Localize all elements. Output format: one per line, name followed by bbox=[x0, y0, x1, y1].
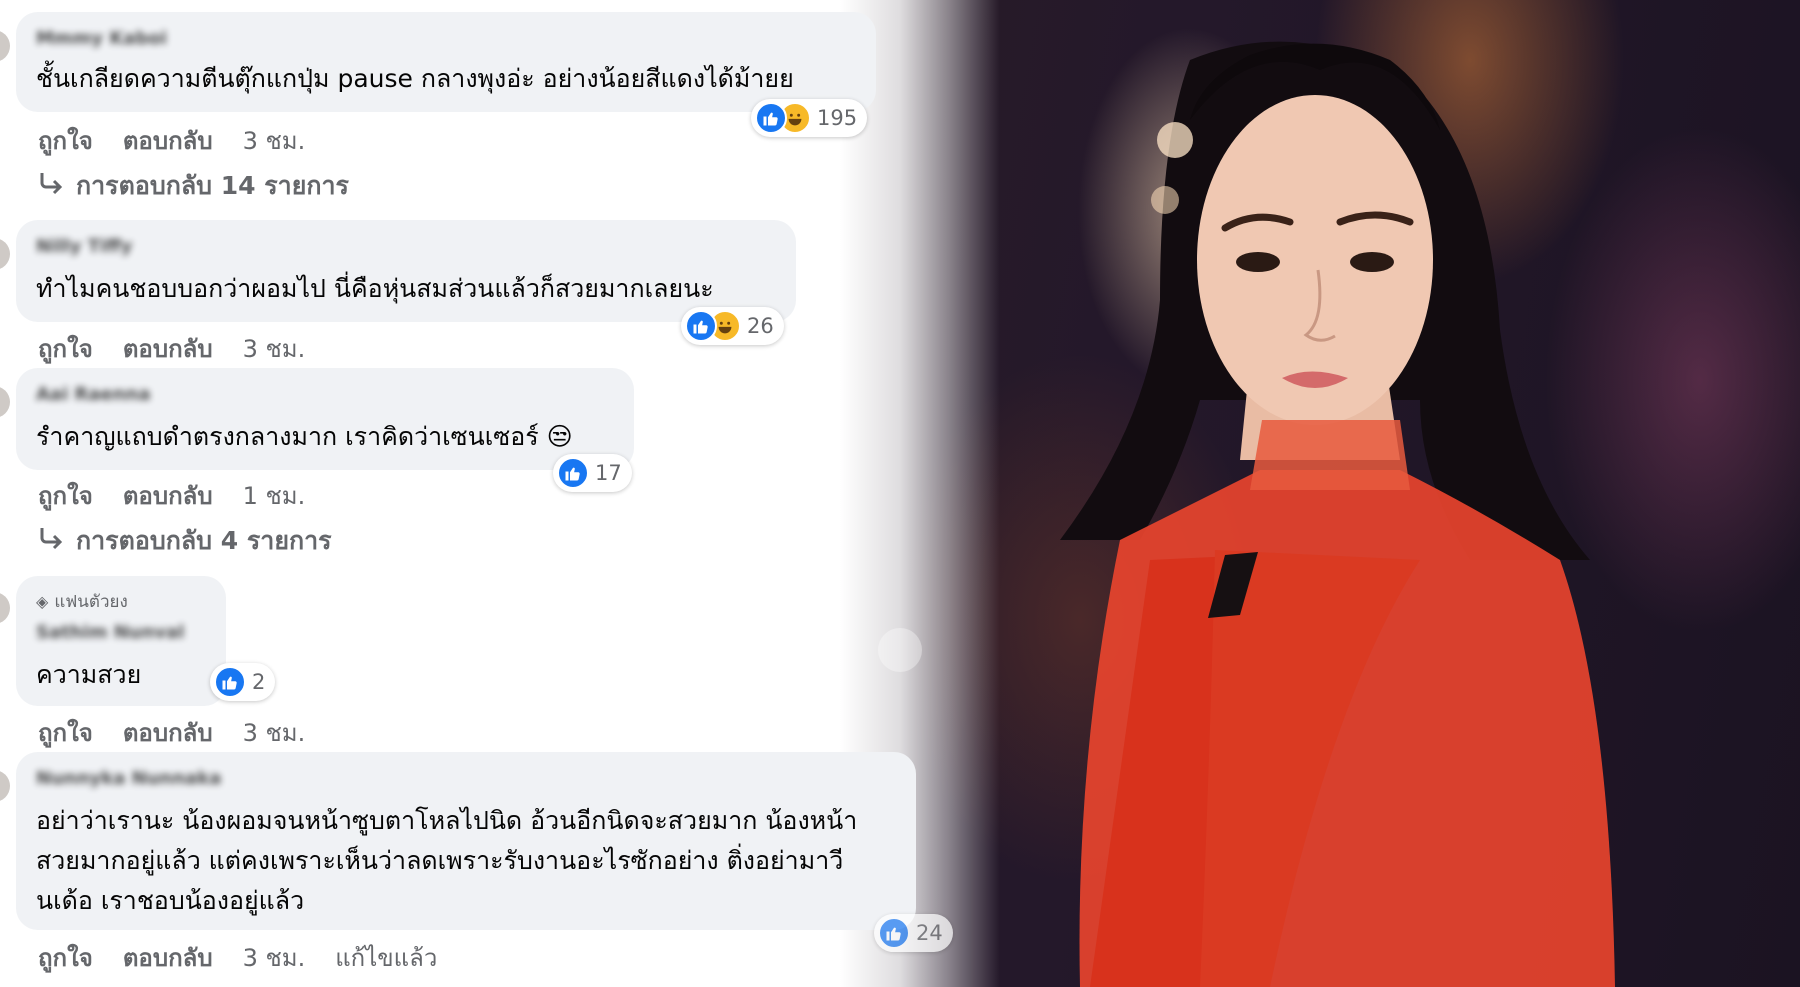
comment-text-line: รำคาญแถบดำตรงกลางมาก เราคิดว่าเซนเซอร์ 😒 bbox=[36, 422, 573, 451]
reaction-count: 24 bbox=[916, 921, 943, 945]
reaction-count: 17 bbox=[595, 461, 622, 485]
comment-bubble: Mmmy Kaboi ชั้นเกลียดความตีนตุ๊กแกปุ่ม p… bbox=[16, 12, 876, 112]
like-icon bbox=[685, 310, 717, 342]
right-eye bbox=[1350, 252, 1394, 272]
comment-author[interactable]: Mmmy Kaboi bbox=[36, 28, 167, 49]
comment-text-line: ทำไมคนชอบบอกว่าผอมไป นี่คือหุ่นสมส่วนแล้… bbox=[36, 274, 714, 303]
reaction-summary[interactable]: 2 bbox=[210, 663, 276, 701]
reply-button[interactable]: ตอบกลับ bbox=[123, 938, 213, 977]
comment-text-line: อย่าว่าเรานะ น้องผอมจนหน้าซูบตาโหลไปนิด … bbox=[36, 806, 858, 835]
reply-button[interactable]: ตอบกลับ bbox=[123, 476, 213, 515]
reply-button[interactable]: ตอบกลับ bbox=[123, 329, 213, 368]
view-replies-link[interactable]: การตอบกลับ 14 รายการ bbox=[38, 166, 349, 206]
comment-list: Mmmy Kaboi ชั้นเกลียดความตีนตุ๊กแกปุ่ม p… bbox=[0, 0, 960, 987]
comment-text-line: ชั้นเกลียดความตีนตุ๊กแกปุ่ม pause กลางพุ… bbox=[36, 64, 794, 93]
comment-actions: ถูกใจ ตอบกลับ 3 ชม. bbox=[38, 121, 305, 160]
comment-timestamp[interactable]: 1 ชม. bbox=[243, 476, 306, 515]
reaction-count: 26 bbox=[747, 314, 774, 338]
avatar[interactable] bbox=[0, 238, 10, 270]
comment-bubble: ◈ แฟนตัวยง Sathim Nunval ความสวย bbox=[16, 576, 226, 706]
diamond-icon: ◈ bbox=[36, 592, 49, 611]
comment-timestamp[interactable]: 3 ชม. bbox=[243, 121, 306, 160]
like-button[interactable]: ถูกใจ bbox=[38, 713, 93, 752]
bokeh-light bbox=[1151, 186, 1179, 214]
reply-button[interactable]: ตอบกลับ bbox=[123, 121, 213, 160]
replies-count-label: การตอบกลับ 14 รายการ bbox=[76, 171, 349, 200]
reaction-summary[interactable]: 195 bbox=[751, 99, 868, 137]
comment-actions: ถูกใจ ตอบกลับ 3 ชม. แก้ไขแล้ว bbox=[38, 938, 437, 977]
top-fan-badge: ◈ แฟนตัวยง bbox=[36, 588, 128, 615]
reaction-count: 195 bbox=[817, 106, 858, 130]
comment-actions: ถูกใจ ตอบกลับ 3 ชม. bbox=[38, 713, 305, 752]
like-button[interactable]: ถูกใจ bbox=[38, 121, 93, 160]
comment-timestamp[interactable]: 3 ชม. bbox=[243, 713, 306, 752]
comment-author[interactable]: Sathim Nunval bbox=[36, 622, 184, 643]
avatar[interactable] bbox=[0, 592, 10, 624]
like-icon bbox=[557, 457, 589, 489]
comment-timestamp[interactable]: 3 ชม. bbox=[243, 329, 306, 368]
comment-bubble: Aai Raenna รำคาญแถบดำตรงกลางมาก เราคิดว่… bbox=[16, 368, 634, 470]
avatar[interactable] bbox=[0, 386, 10, 418]
comment-author[interactable]: Nunnyka Nunnaka bbox=[36, 768, 221, 789]
reaction-summary[interactable]: 26 bbox=[681, 307, 784, 345]
like-button[interactable]: ถูกใจ bbox=[38, 938, 93, 977]
like-icon bbox=[755, 102, 787, 134]
comment-text-line: นเด้อ เราชอบน้องอยู่แล้ว bbox=[36, 886, 305, 915]
comment-text-line: ความสวย bbox=[36, 660, 142, 689]
reaction-summary[interactable]: 24 bbox=[874, 914, 953, 952]
reply-arrow-icon bbox=[38, 171, 64, 201]
avatar[interactable] bbox=[0, 770, 10, 802]
comment-bubble: Nunnyka Nunnaka อย่าว่าเรานะ น้องผอมจนหน… bbox=[16, 752, 916, 930]
edited-label: แก้ไขแล้ว bbox=[335, 944, 438, 972]
reaction-summary[interactable]: 17 bbox=[553, 454, 632, 492]
comment-author[interactable]: Nilly Tiffy bbox=[36, 236, 132, 257]
reply-arrow-icon bbox=[38, 526, 64, 556]
badge-label: แฟนตัวยง bbox=[54, 592, 128, 612]
like-icon bbox=[878, 917, 910, 949]
avatar[interactable] bbox=[0, 30, 10, 62]
comment-text-line: สวยมากอยู่แล้ว แต่คงเพราะเห็นว่าลดเพราะร… bbox=[36, 846, 844, 875]
dress-collar bbox=[1250, 420, 1410, 490]
like-button[interactable]: ถูกใจ bbox=[38, 476, 93, 515]
like-button[interactable]: ถูกใจ bbox=[38, 329, 93, 368]
comment-author[interactable]: Aai Raenna bbox=[36, 384, 151, 405]
comment-actions: ถูกใจ ตอบกลับ 3 ชม. bbox=[38, 329, 305, 368]
replies-count-label: การตอบกลับ 4 รายการ bbox=[76, 526, 332, 555]
bokeh-light bbox=[1157, 122, 1193, 158]
reply-button[interactable]: ตอบกลับ bbox=[123, 713, 213, 752]
like-icon bbox=[214, 666, 246, 698]
view-replies-link[interactable]: การตอบกลับ 4 รายการ bbox=[38, 521, 332, 561]
comment-bubble: Nilly Tiffy ทำไมคนชอบบอกว่าผอมไป นี่คือห… bbox=[16, 220, 796, 322]
reaction-count: 2 bbox=[252, 670, 266, 694]
comment-timestamp[interactable]: 3 ชม. bbox=[243, 938, 306, 977]
comment-actions: ถูกใจ ตอบกลับ 1 ชม. bbox=[38, 476, 305, 515]
left-eye bbox=[1236, 252, 1280, 272]
